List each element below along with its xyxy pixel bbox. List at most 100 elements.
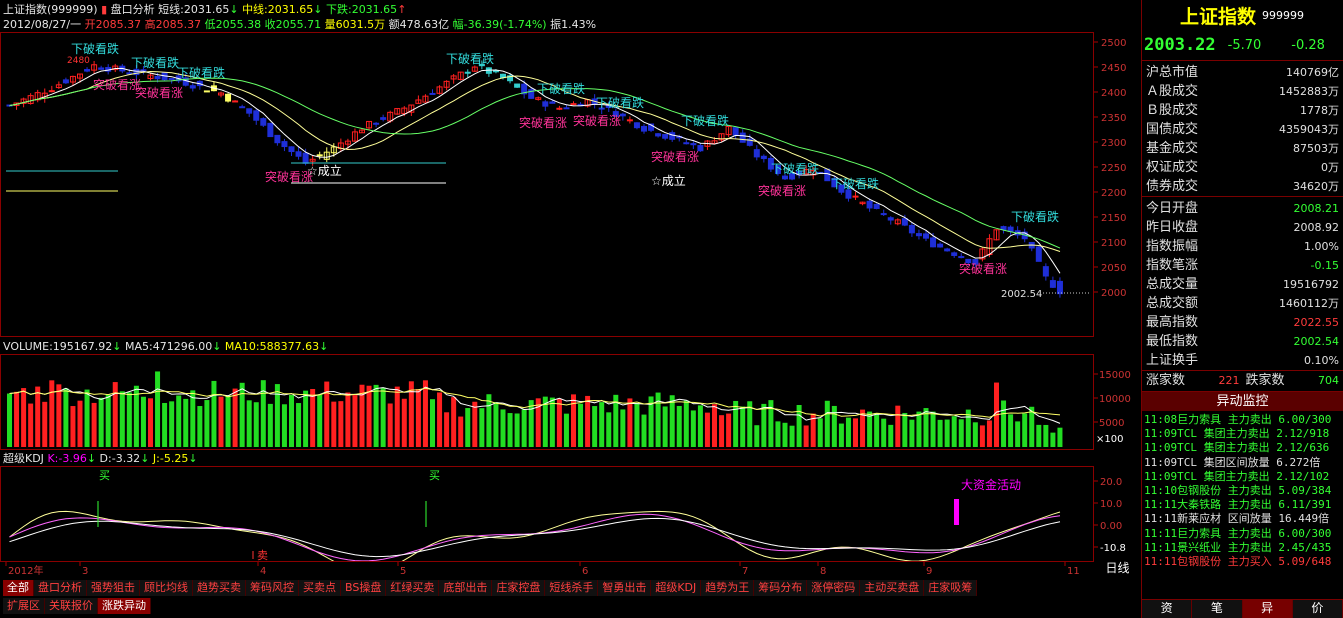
ext-tab-1[interactable]: 关联报价 xyxy=(45,598,98,614)
tab-9[interactable]: 底部出击 xyxy=(439,580,493,596)
monitor-item[interactable]: 11:11包钢股份 主力买入 5.09/648 xyxy=(1142,555,1343,569)
chart-area[interactable]: 上证指数(999999) ▮ 盘口分析 短线:2031.65↓ 中线:2031.… xyxy=(0,0,1141,618)
volume-bar xyxy=(528,400,534,447)
monitor-item[interactable]: 11:11巨力索具 主力卖出 6.00/300 xyxy=(1142,527,1343,541)
candle-body xyxy=(316,154,323,157)
monitor-item[interactable]: 11:09TCL 集团主力卖出 2.12/918 xyxy=(1142,427,1343,441)
panel-tab-1[interactable]: 笔 xyxy=(1192,600,1243,618)
kdj-header: 超级KDJ K:-3.96↓ D:-3.32↓ J:-5.25↓ xyxy=(3,451,198,467)
tab-17[interactable]: 主动买卖盘 xyxy=(860,580,925,596)
monitor-item[interactable]: 11:11大秦铁路 主力卖出 6.11/391 xyxy=(1142,498,1343,512)
volume-bar xyxy=(867,411,873,447)
volume-bar xyxy=(1036,424,1042,447)
monitor-item[interactable]: 11:09TCL 集团主力卖出 2.12/102 xyxy=(1142,470,1343,484)
volume-bar xyxy=(14,391,20,447)
tab-3[interactable]: 顾比均线 xyxy=(140,580,193,596)
tab-14[interactable]: 趋势为王 xyxy=(701,580,755,596)
index-stat-label: 今日开盘 xyxy=(1146,201,1199,216)
candle-body xyxy=(246,108,253,114)
volume-bar xyxy=(1001,400,1007,447)
tab-18[interactable]: 庄家吸筹 xyxy=(924,580,978,596)
volume-bar xyxy=(972,422,978,447)
price-pane[interactable]: 下破看跌 下破看跌 下破看跌 下破看跌 下破看跌 下破看跌 下破看跌 下破看跌 下破看跌 下破看跌… xyxy=(0,32,1094,337)
volume-bar xyxy=(204,400,210,447)
monitor-title[interactable]: 异动监控 xyxy=(1142,392,1343,411)
market-stat-row: 权证成交 0万 xyxy=(1142,158,1343,177)
arrow-up-icon: ↑ xyxy=(397,3,407,16)
panel-bottom-tabs: 资笔异价 xyxy=(1142,599,1343,618)
volume-bar xyxy=(803,425,809,447)
arrow-down-icon: ↓ xyxy=(319,340,329,353)
tab-8[interactable]: 红绿买卖 xyxy=(386,580,440,596)
tab-16[interactable]: 涨停密码 xyxy=(807,580,861,596)
market-stat-value: 1778万 xyxy=(1300,104,1339,117)
candle-body xyxy=(267,122,274,138)
tab-2[interactable]: 强势狙击 xyxy=(87,580,140,596)
monitor-item[interactable]: 11:08巨力索具 主力卖出 6.00/300 xyxy=(1142,413,1343,427)
ext-tab-2[interactable]: 涨跌异动 xyxy=(98,598,151,614)
monitor-item[interactable]: 11:10包钢股份 主力卖出 5.09/384 xyxy=(1142,484,1343,498)
volume-bar xyxy=(521,409,527,447)
volume-bar xyxy=(507,413,513,447)
tab-15[interactable]: 筹码分布 xyxy=(754,580,808,596)
volume-bar xyxy=(91,402,97,447)
panel-tab-0[interactable]: 资 xyxy=(1142,600,1193,618)
candle-body xyxy=(189,85,196,89)
volume-pane[interactable] xyxy=(0,354,1094,450)
price-tick-label: 2150 xyxy=(1101,213,1126,224)
kdj-tick-label: 20.0 xyxy=(1100,477,1122,488)
signal-label: 突破看涨 xyxy=(758,183,806,198)
signal-label: 突破看涨 xyxy=(651,149,699,164)
candle-body xyxy=(549,101,556,104)
analysis-button-icon[interactable]: ▮ xyxy=(101,3,107,16)
tab-6[interactable]: 买卖点 xyxy=(299,580,341,596)
panel-tab-2[interactable]: 异 xyxy=(1242,600,1293,618)
monitor-item[interactable]: 11:09TCL 集团主力卖出 2.12/636 xyxy=(1142,441,1343,455)
volume-bar xyxy=(366,385,372,447)
monitor-item[interactable]: 11:09TCL 集团区间放量 6.272倍 xyxy=(1142,456,1343,470)
index-stat-label: 最低指数 xyxy=(1146,334,1199,349)
buy-label: 买 xyxy=(99,469,110,482)
volume-bar xyxy=(35,386,41,447)
market-stat-row: 沪总市值 140769亿 xyxy=(1142,63,1343,82)
big-money-bar xyxy=(954,499,959,525)
panel-tab-3[interactable]: 价 xyxy=(1293,600,1343,618)
tab-5[interactable]: 筹码风控 xyxy=(246,580,299,596)
tab-10[interactable]: 庄家控盘 xyxy=(492,580,546,596)
kdj-tick-label: -10.8 xyxy=(1100,543,1126,554)
tab-11[interactable]: 短线杀手 xyxy=(545,580,599,596)
price-tick-label: 2000 xyxy=(1101,288,1126,299)
volume-bar xyxy=(556,398,562,447)
volume-bar xyxy=(1043,424,1049,447)
tab-12[interactable]: 智勇出击 xyxy=(598,580,652,596)
monitor-item[interactable]: 11:11景兴纸业 主力卖出 2.45/435 xyxy=(1142,541,1343,555)
candle-body xyxy=(944,248,951,252)
tab-1[interactable]: 盘口分析 xyxy=(34,580,87,596)
candle-body xyxy=(154,75,161,80)
tab-0[interactable]: 全部 xyxy=(3,580,34,596)
candle-body xyxy=(683,142,690,145)
ext-tab-0[interactable]: 扩展区 xyxy=(3,598,45,614)
index-stat-value: 1460112万 xyxy=(1279,297,1339,310)
signal-label: 下破看跌 xyxy=(71,41,119,56)
tab-7[interactable]: BS操盘 xyxy=(341,580,387,596)
volume-bar xyxy=(70,406,76,447)
candle-body xyxy=(887,217,894,221)
candle-body xyxy=(880,213,887,216)
volume-bar xyxy=(105,394,111,447)
volume-bar xyxy=(704,412,710,447)
tab-13[interactable]: 超级KDJ xyxy=(651,580,702,596)
volume-bar xyxy=(310,388,316,447)
tab-4[interactable]: 趋势买卖 xyxy=(193,580,246,596)
monitor-item[interactable]: 11:11新莱应材 区间放量 16.449倍 xyxy=(1142,512,1343,526)
volume-bar xyxy=(126,392,132,447)
time-tick-label: 3 xyxy=(82,566,88,577)
volume-bar xyxy=(606,412,612,447)
candle-body xyxy=(937,243,944,248)
volume-bar xyxy=(338,401,344,447)
analysis-button[interactable]: 盘口分析 xyxy=(111,3,155,16)
period-label[interactable]: 日线 xyxy=(1094,560,1141,577)
volume-bar xyxy=(916,411,922,447)
kdj-pane[interactable]: 买 买卖 大资金活动 xyxy=(0,466,1094,573)
candle-body xyxy=(1056,280,1063,295)
